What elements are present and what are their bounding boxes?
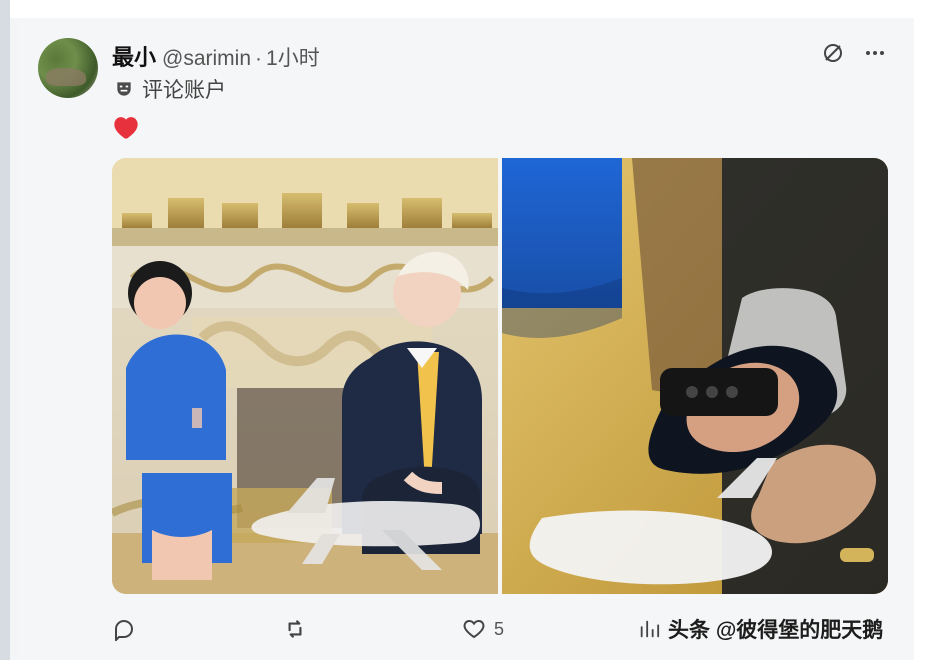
like-button[interactable]: 5 xyxy=(462,614,504,644)
heart-emoji xyxy=(112,114,140,140)
post-card[interactable]: 最小 @sarimin · 1小时 评论账户 5 头条 @彼得堡的肥天鹅 xyxy=(18,18,914,660)
photo-left[interactable] xyxy=(112,158,498,594)
top-edge xyxy=(10,0,934,18)
label-text: 评论账户 xyxy=(142,79,226,102)
repost-icon xyxy=(288,620,302,638)
display-name[interactable]: 最小 xyxy=(112,40,156,72)
separator: · xyxy=(255,47,263,70)
stats-icon xyxy=(640,620,660,638)
like-icon xyxy=(463,619,485,639)
page: 最小 @sarimin · 1小时 评论账户 5 头条 @彼得堡的肥天鹅 xyxy=(0,0,934,660)
avatar[interactable] xyxy=(38,38,98,98)
post-header: 最小 @sarimin · 1小时 xyxy=(112,40,320,70)
media-grid xyxy=(112,158,888,594)
reply-icon xyxy=(115,619,134,641)
watermark: 头条 @彼得堡的肥天鹅 xyxy=(638,614,883,644)
more-icon[interactable] xyxy=(862,40,888,66)
mask-icon xyxy=(117,82,131,96)
timestamp[interactable]: 1小时 xyxy=(266,42,320,72)
account-label: 评论账户 xyxy=(114,76,226,102)
repost-button[interactable] xyxy=(282,614,316,644)
ghost-icon[interactable] xyxy=(820,40,846,66)
handle[interactable]: @sarimin xyxy=(162,47,251,71)
reply-button[interactable] xyxy=(112,614,144,644)
watermark-text: 头条 @彼得堡的肥天鹅 xyxy=(668,619,884,642)
left-rail xyxy=(0,0,10,660)
photo-right[interactable] xyxy=(502,158,888,594)
like-count: 5 xyxy=(494,618,505,639)
right-edge xyxy=(914,0,934,660)
